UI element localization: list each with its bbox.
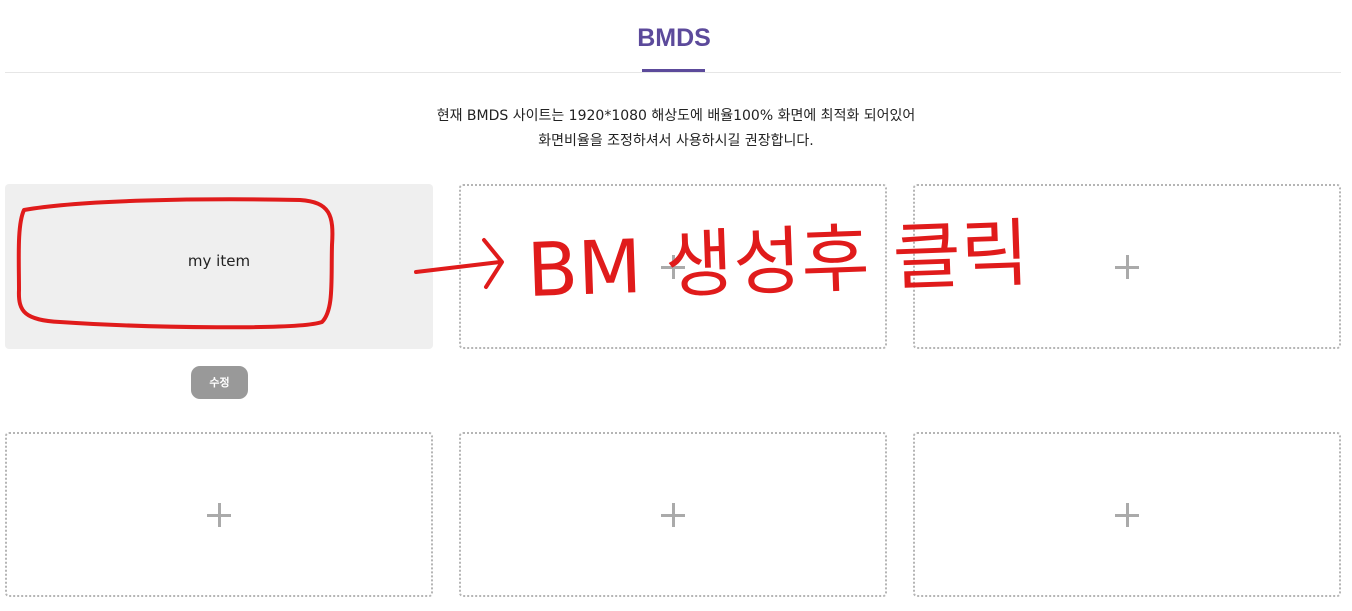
- tab-bmds[interactable]: BMDS: [636, 24, 712, 71]
- notice-line-2: 화면비율을 조정하셔서 사용하시길 권장합니다.: [538, 133, 814, 149]
- plus-icon: [1115, 254, 1139, 279]
- plus-icon: [661, 502, 685, 527]
- plus-icon: [207, 502, 231, 527]
- edit-button[interactable]: 수정: [191, 366, 248, 399]
- add-bookmark-card[interactable]: [459, 184, 887, 349]
- bookmark-card-label: my item: [187, 252, 251, 270]
- bookmark-card-my-item[interactable]: my item: [5, 184, 433, 349]
- add-bookmark-card[interactable]: [5, 432, 433, 597]
- page: BMDS 현재 BMDS 사이트는 1920*1080 해상도에 배율100% …: [0, 0, 1352, 611]
- notice-line-1: 현재 BMDS 사이트는 1920*1080 해상도에 배율100% 화면에 최…: [436, 108, 916, 124]
- add-bookmark-card[interactable]: [913, 184, 1341, 349]
- resolution-notice: 현재 BMDS 사이트는 1920*1080 해상도에 배율100% 화면에 최…: [0, 104, 1352, 154]
- plus-icon: [661, 254, 685, 279]
- plus-icon: [1115, 502, 1139, 527]
- add-bookmark-card[interactable]: [459, 432, 887, 597]
- active-tab-indicator: [642, 69, 705, 72]
- add-bookmark-card[interactable]: [913, 432, 1341, 597]
